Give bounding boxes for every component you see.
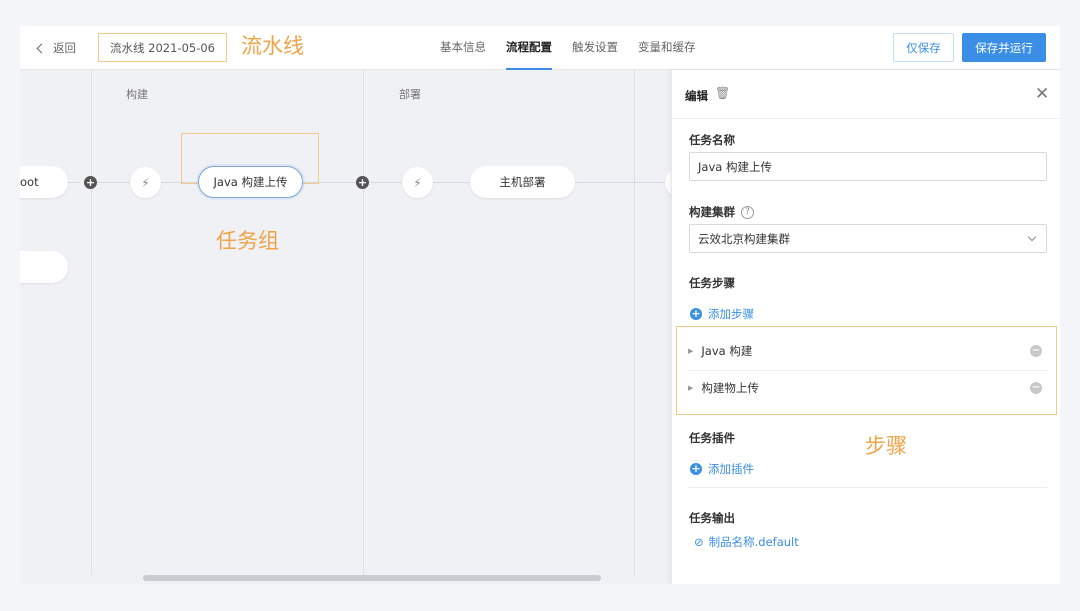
annotation-pipeline: 流水线 [241,34,304,58]
save-button[interactable]: 仅保存 [893,33,954,62]
horizontal-scrollbar[interactable] [143,575,601,581]
add-plugin-button[interactable]: + 添加插件 [690,461,754,477]
close-icon[interactable]: ✕ [1035,84,1049,104]
back-button[interactable]: 返回 [36,40,76,56]
add-plugin-label: 添加插件 [708,462,754,476]
plugins-label: 任务插件 [689,431,735,445]
tab-variables-cache[interactable]: 变量和缓存 [638,26,696,70]
trash-icon[interactable]: 🗑 [715,86,730,100]
tab-flow-config[interactable]: 流程配置 [506,26,552,70]
job-node-partial[interactable]: oot [20,166,68,198]
step-label: Java 构建 [701,344,753,358]
caret-right-icon: ▶ [688,347,694,355]
caret-right-icon: ▶ [688,384,694,392]
stage-title-deploy: 部署 [399,88,421,101]
app-window: 返回 流水线 2021-05-06 流水线 基本信息 流程配置 触发设置 变量和… [20,26,1060,584]
plus-circle-icon: + [690,307,702,320]
tab-basic-info[interactable]: 基本信息 [440,26,486,70]
pipeline-name[interactable]: 流水线 2021-05-06 [98,33,227,62]
connector-line [370,182,402,183]
output-label: 任务输出 [689,511,735,525]
plus-circle-icon: + [690,462,702,475]
annotation-task-group: 任务组 [216,229,279,253]
connector-line [575,182,671,183]
job-node-label: oot [20,175,39,189]
output-artifact-link[interactable]: ⊘ 制品名称.default [694,534,799,550]
add-step-label: 添加步骤 [708,307,754,321]
panel-header: 编辑 🗑 ✕ [672,70,1060,119]
trigger-bolt-icon[interactable]: ⚡ [130,167,161,198]
task-name-label: 任务名称 [689,133,735,147]
connector-line [68,182,80,183]
cluster-label-row: 构建集群? [689,204,754,220]
top-header: 返回 流水线 2021-05-06 流水线 基本信息 流程配置 触发设置 变量和… [20,26,1060,70]
chevron-down-icon [1027,232,1037,242]
remove-step-icon[interactable]: − [1030,382,1042,394]
edit-panel: 编辑 🗑 ✕ 任务名称 Java 构建上传 构建集群? 云效北京构建集群 任务步… [671,70,1060,584]
cluster-value: 云效北京构建集群 [698,231,790,246]
add-stage-button[interactable]: + [84,176,97,189]
step-item[interactable]: ▶ Java 构建 − [688,333,1048,369]
step-item[interactable]: ▶ 构建物上传 − [688,370,1048,406]
remove-step-icon[interactable]: − [1030,345,1042,357]
job-node-java-build[interactable]: Java 构建上传 [198,166,303,198]
stage-divider [634,70,635,575]
cluster-label: 构建集群 [689,205,735,219]
tab-bar: 基本信息 流程配置 触发设置 变量和缓存 [440,26,696,70]
add-step-button[interactable]: + 添加步骤 [690,306,754,322]
help-icon[interactable]: ? [741,206,754,219]
job-node-partial[interactable] [20,251,68,283]
panel-title: 编辑 [685,89,708,103]
output-value: 制品名称.default [708,535,799,549]
trigger-bolt-icon[interactable]: ⚡ [402,167,433,198]
connector-line [97,182,130,183]
tab-trigger-settings[interactable]: 触发设置 [572,26,618,70]
chevron-left-icon [36,43,47,53]
step-label: 构建物上传 [701,381,759,395]
divider [689,487,1047,488]
steps-label: 任务步骤 [689,276,735,290]
cluster-select[interactable]: 云效北京构建集群 [689,224,1047,253]
pipeline-canvas[interactable]: 构建 部署 oot + + ⚡ ⚡ Java 构建上传 主机部署 任务组 [20,70,671,584]
connector-line [433,182,470,183]
add-stage-button[interactable]: + [356,176,369,189]
back-label: 返回 [53,41,76,55]
save-and-run-button[interactable]: 保存并运行 [962,33,1046,62]
link-icon: ⊘ [694,535,704,549]
task-name-input[interactable]: Java 构建上传 [689,152,1047,181]
job-node-host-deploy[interactable]: 主机部署 [470,166,575,198]
stage-title-build: 构建 [126,88,148,101]
stage-divider [91,70,92,575]
annotation-steps: 步骤 [865,434,907,458]
stage-divider [363,70,364,575]
